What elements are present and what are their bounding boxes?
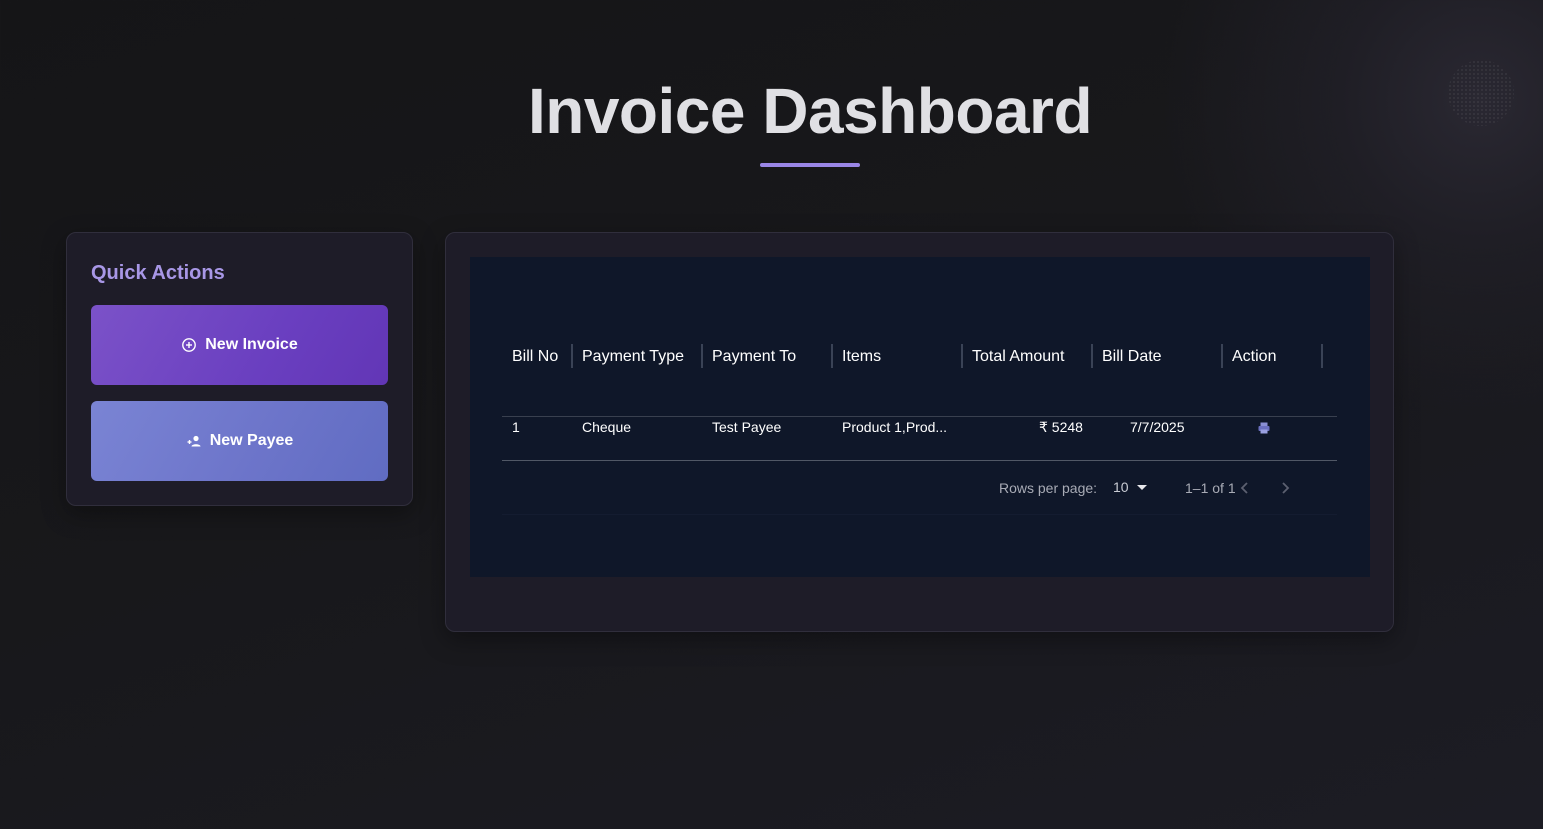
add-circle-icon [182, 338, 197, 352]
new-invoice-button[interactable]: New Invoice [91, 305, 388, 385]
rows-per-page-select[interactable]: 10 [1113, 479, 1147, 495]
caret-down-icon [1136, 484, 1147, 490]
column-header-bill-no[interactable]: Bill No [512, 345, 558, 369]
pagination-range: 1–1 of 1 [1185, 480, 1236, 496]
cell-bill-date: 7/7/2025 [1130, 419, 1185, 435]
next-page-button[interactable] [1275, 478, 1295, 498]
cell-total-amount: ₹ 5248 [1039, 419, 1083, 435]
column-separator[interactable] [961, 344, 963, 368]
new-payee-button[interactable]: New Payee [91, 401, 388, 481]
page-title: Invoice Dashboard [527, 75, 1093, 147]
cell-bill-no: 1 [512, 419, 520, 435]
new-payee-label: New Payee [209, 432, 294, 449]
quick-actions-title: Quick Actions [91, 262, 225, 284]
column-separator[interactable] [1091, 344, 1093, 368]
rows-per-page-value: 10 [1113, 479, 1129, 495]
cell-payment-type: Cheque [582, 419, 632, 435]
column-separator[interactable] [1221, 344, 1223, 368]
cell-payment-to: Test Payee [712, 419, 782, 435]
print-icon[interactable] [1257, 421, 1271, 435]
invoice-table-card: Bill No Payment Type Payment To Items To… [445, 232, 1394, 632]
column-separator[interactable] [701, 344, 703, 368]
column-header-bill-date[interactable]: Bill Date [1102, 345, 1162, 369]
add-person-icon [187, 435, 201, 447]
column-header-action[interactable]: Action [1232, 345, 1276, 369]
column-separator[interactable] [571, 344, 573, 368]
invoice-table: Bill No Payment Type Payment To Items To… [470, 257, 1370, 577]
previous-page-button[interactable] [1235, 478, 1255, 498]
quick-actions-card: Quick Actions New Invoice New Payee [66, 232, 413, 506]
title-underline [760, 163, 860, 167]
table-pagination: Rows per page: 10 1–1 of 1 [502, 461, 1337, 515]
column-header-items[interactable]: Items [842, 345, 881, 369]
column-header-payment-type[interactable]: Payment Type [582, 345, 684, 369]
table-row[interactable]: 1 Cheque Test Payee Product 1,Prod... ₹ … [502, 393, 1337, 461]
cell-items: Product 1,Prod... [842, 419, 948, 435]
new-invoice-label: New Invoice [205, 336, 298, 353]
column-separator[interactable] [831, 344, 833, 368]
column-header-payment-to[interactable]: Payment To [712, 345, 796, 369]
rows-per-page-label: Rows per page: [999, 480, 1098, 496]
column-header-total-amount[interactable]: Total Amount [972, 345, 1065, 369]
column-separator[interactable] [1321, 344, 1323, 368]
